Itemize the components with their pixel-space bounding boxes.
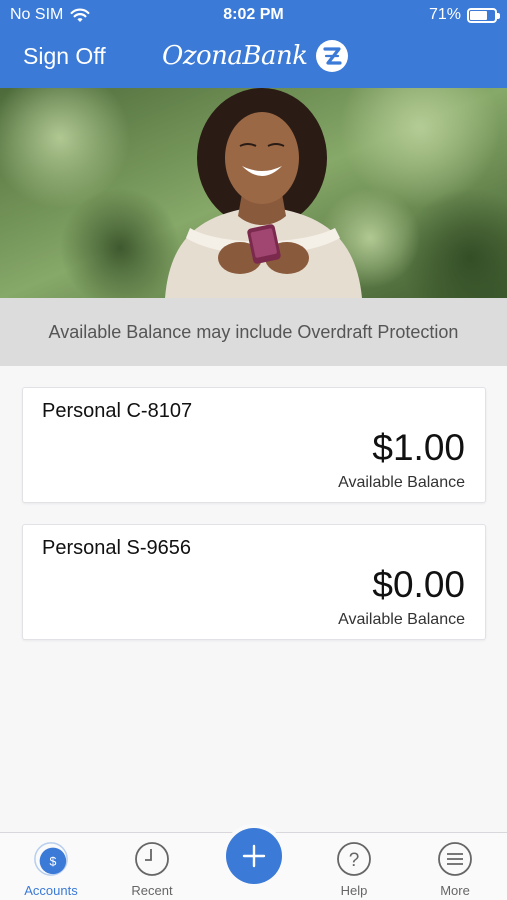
tab-help[interactable]: ? Help: [309, 833, 399, 900]
tab-label: More: [440, 883, 470, 898]
bank-logo: OzonaBank: [162, 40, 348, 72]
clock-icon: [134, 841, 170, 877]
app-screen: No SIM 8:02 PM 71% Sign Off OzonaBank Av…: [0, 0, 507, 900]
logo-text: OzonaBank: [162, 41, 308, 71]
svg-text:?: ?: [349, 850, 360, 871]
tab-label: Accounts: [24, 883, 78, 898]
account-card[interactable]: Personal S-9656 $0.00 Available Balance: [22, 524, 486, 640]
overdraft-notice: Available Balance may include Overdraft …: [0, 298, 507, 366]
dollar-circle-icon: $: [33, 841, 69, 877]
account-card[interactable]: Personal C-8107 $1.00 Available Balance: [22, 387, 486, 503]
available-balance-label: Available Balance: [338, 611, 465, 628]
tab-label: Help: [340, 883, 368, 898]
add-button[interactable]: [226, 828, 282, 884]
question-icon: ?: [336, 841, 372, 877]
status-bar: No SIM 8:02 PM 71%: [0, 0, 507, 30]
available-balance-label: Available Balance: [338, 474, 465, 491]
carrier-label: No SIM: [10, 6, 64, 23]
app-header: No SIM 8:02 PM 71% Sign Off OzonaBank: [0, 0, 507, 88]
hero-illustration: [0, 88, 507, 298]
account-balance: $1.00: [372, 427, 465, 468]
logo-mark-icon: [315, 40, 348, 72]
svg-text:$: $: [49, 855, 56, 869]
logo-z-glyph: [322, 47, 342, 65]
tab-label: Recent: [131, 883, 173, 898]
battery-icon: [467, 7, 500, 23]
carrier-status: No SIM: [10, 6, 90, 24]
tab-recent[interactable]: Recent: [107, 833, 197, 900]
battery-percent: 71%: [428, 6, 461, 23]
account-balance: $0.00: [372, 564, 465, 605]
battery-status: 71%: [428, 6, 500, 24]
account-name: Personal S-9656: [42, 537, 191, 559]
menu-icon: [437, 841, 473, 877]
sign-off-button[interactable]: Sign Off: [23, 43, 106, 70]
hero-image: [0, 88, 507, 298]
tab-accounts[interactable]: $ Accounts: [6, 833, 96, 900]
battery-level: [470, 10, 487, 20]
plus-icon: [242, 844, 266, 868]
nav-bar: Sign Off OzonaBank: [0, 30, 507, 86]
wifi-icon: [70, 8, 90, 22]
account-name: Personal C-8107: [42, 400, 193, 422]
tab-more[interactable]: More: [410, 833, 500, 900]
